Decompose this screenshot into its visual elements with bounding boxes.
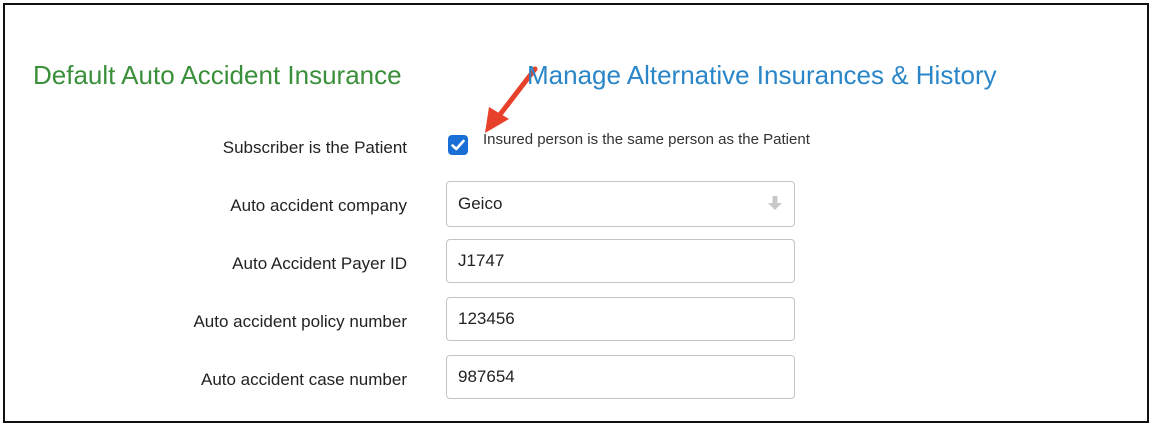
- subscriber-label: Subscriber is the Patient: [222, 138, 407, 157]
- payer-id-label: Auto Accident Payer ID: [232, 254, 407, 273]
- down-arrow-icon: [768, 196, 782, 210]
- policy-number-label: Auto accident policy number: [193, 312, 407, 331]
- checkbox-label: Insured person is the same person as the…: [483, 131, 810, 148]
- checkmark-icon: [451, 139, 465, 151]
- company-select-value: Geico: [458, 194, 503, 213]
- form-panel: Default Auto Accident Insurance Manage A…: [3, 3, 1149, 423]
- case-number-label: Auto accident case number: [200, 370, 407, 389]
- default-insurance-title: Default Auto Accident Insurance: [33, 60, 402, 90]
- subscriber-is-patient-checkbox[interactable]: [448, 135, 468, 155]
- company-label: Auto accident company: [230, 196, 407, 215]
- company-select[interactable]: Geico: [446, 181, 795, 227]
- policy-number-input[interactable]: [446, 297, 795, 341]
- case-number-input[interactable]: [446, 355, 795, 399]
- payer-id-input[interactable]: [446, 239, 795, 283]
- manage-alternative-insurances-link[interactable]: Manage Alternative Insurances & History: [527, 60, 997, 91]
